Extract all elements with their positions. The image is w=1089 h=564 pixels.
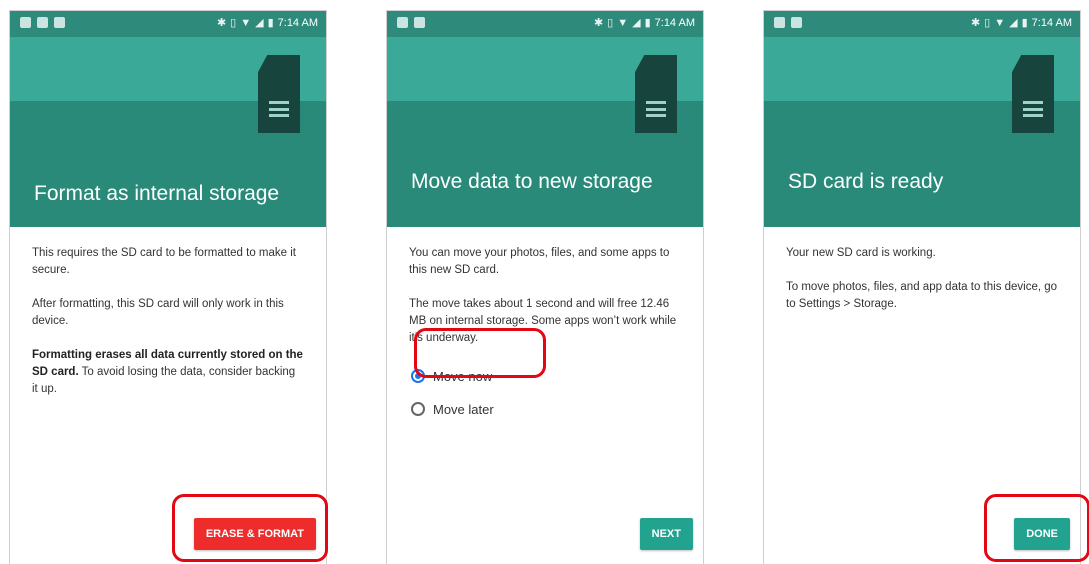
notification-icon [791, 17, 802, 28]
header-banner: SD card is ready [764, 37, 1080, 227]
warning-paragraph: Formatting erases all data currently sto… [32, 347, 304, 398]
paragraph: After formatting, this SD card will only… [32, 298, 284, 327]
radio-option-move-now[interactable]: Move now [411, 364, 681, 388]
paragraph: You can move your photos, files, and som… [409, 247, 670, 276]
system-icons: ✱ ▯ ▼ ◢ ▮ 7:14 AM [971, 17, 1072, 29]
system-icons: ✱ ▯ ▼ ◢ ▮ 7:14 AM [217, 17, 318, 29]
notification-icons [774, 17, 802, 28]
battery-icon: ▮ [1021, 17, 1028, 29]
battery-icon: ▮ [267, 17, 274, 29]
header-banner: Move data to new storage [387, 37, 703, 227]
bluetooth-icon: ✱ [593, 17, 604, 29]
signal-icon: ◢ [1009, 17, 1018, 29]
done-button[interactable]: DONE [1014, 518, 1070, 550]
paragraph: This requires the SD card to be formatte… [32, 247, 296, 276]
notification-icons [397, 17, 425, 28]
system-icons: ✱ ▯ ▼ ◢ ▮ 7:14 AM [594, 17, 695, 29]
bluetooth-icon: ✱ [216, 17, 227, 29]
paragraph: Your new SD card is working. [786, 247, 936, 259]
clock: 7:14 AM [654, 17, 695, 29]
screen-format-internal: ✱ ▯ ▼ ◢ ▮ 7:14 AM Format as internal sto… [9, 10, 327, 564]
radio-unchecked-icon[interactable] [411, 402, 425, 416]
header-banner: Format as internal storage [10, 37, 326, 227]
notification-icon [54, 17, 65, 28]
page-title: Move data to new storage [411, 170, 653, 193]
wifi-icon: ▼ [617, 17, 629, 29]
vibrate-icon: ▯ [607, 17, 614, 29]
image-notification-icon [20, 17, 31, 28]
notification-icons [20, 17, 65, 28]
bluetooth-icon: ✱ [970, 17, 981, 29]
battery-icon: ▮ [644, 17, 651, 29]
wifi-icon: ▼ [240, 17, 252, 29]
radio-label: Move now [433, 368, 493, 384]
wifi-icon: ▼ [994, 17, 1006, 29]
vibrate-icon: ▯ [230, 17, 237, 29]
sd-card-icon [1012, 55, 1054, 133]
screen-sd-ready: ✱ ▯ ▼ ◢ ▮ 7:14 AM SD card is ready Your … [763, 10, 1081, 564]
body-text: This requires the SD card to be formatte… [10, 227, 326, 398]
clock: 7:14 AM [277, 17, 318, 29]
sd-card-icon [635, 55, 677, 133]
clock: 7:14 AM [1031, 17, 1072, 29]
notification-icon [414, 17, 425, 28]
image-notification-icon [397, 17, 408, 28]
status-bar: ✱ ▯ ▼ ◢ ▮ 7:14 AM [10, 11, 326, 37]
signal-icon: ◢ [632, 17, 641, 29]
radio-checked-icon[interactable] [411, 369, 425, 383]
erase-format-button[interactable]: ERASE & FORMAT [193, 518, 316, 550]
signal-icon: ◢ [255, 17, 264, 29]
paragraph: The move takes about 1 second and will f… [409, 298, 677, 344]
body-text: You can move your photos, files, and som… [387, 227, 703, 421]
image-notification-icon [774, 17, 785, 28]
next-button[interactable]: NEXT [639, 518, 693, 550]
vibrate-icon: ▯ [984, 17, 991, 29]
radio-option-move-later[interactable]: Move later [411, 397, 681, 421]
radio-label: Move later [433, 401, 494, 417]
screen-move-data: ✱ ▯ ▼ ◢ ▮ 7:14 AM Move data to new stora… [386, 10, 704, 564]
body-text: Your new SD card is working. To move pho… [764, 227, 1080, 313]
page-title: SD card is ready [788, 170, 944, 193]
sd-card-icon [258, 55, 300, 133]
sd-notification-icon [37, 17, 48, 28]
page-title: Format as internal storage [34, 182, 280, 205]
status-bar: ✱ ▯ ▼ ◢ ▮ 7:14 AM [764, 11, 1080, 37]
paragraph: To move photos, files, and app data to t… [786, 281, 1058, 310]
status-bar: ✱ ▯ ▼ ◢ ▮ 7:14 AM [387, 11, 703, 37]
